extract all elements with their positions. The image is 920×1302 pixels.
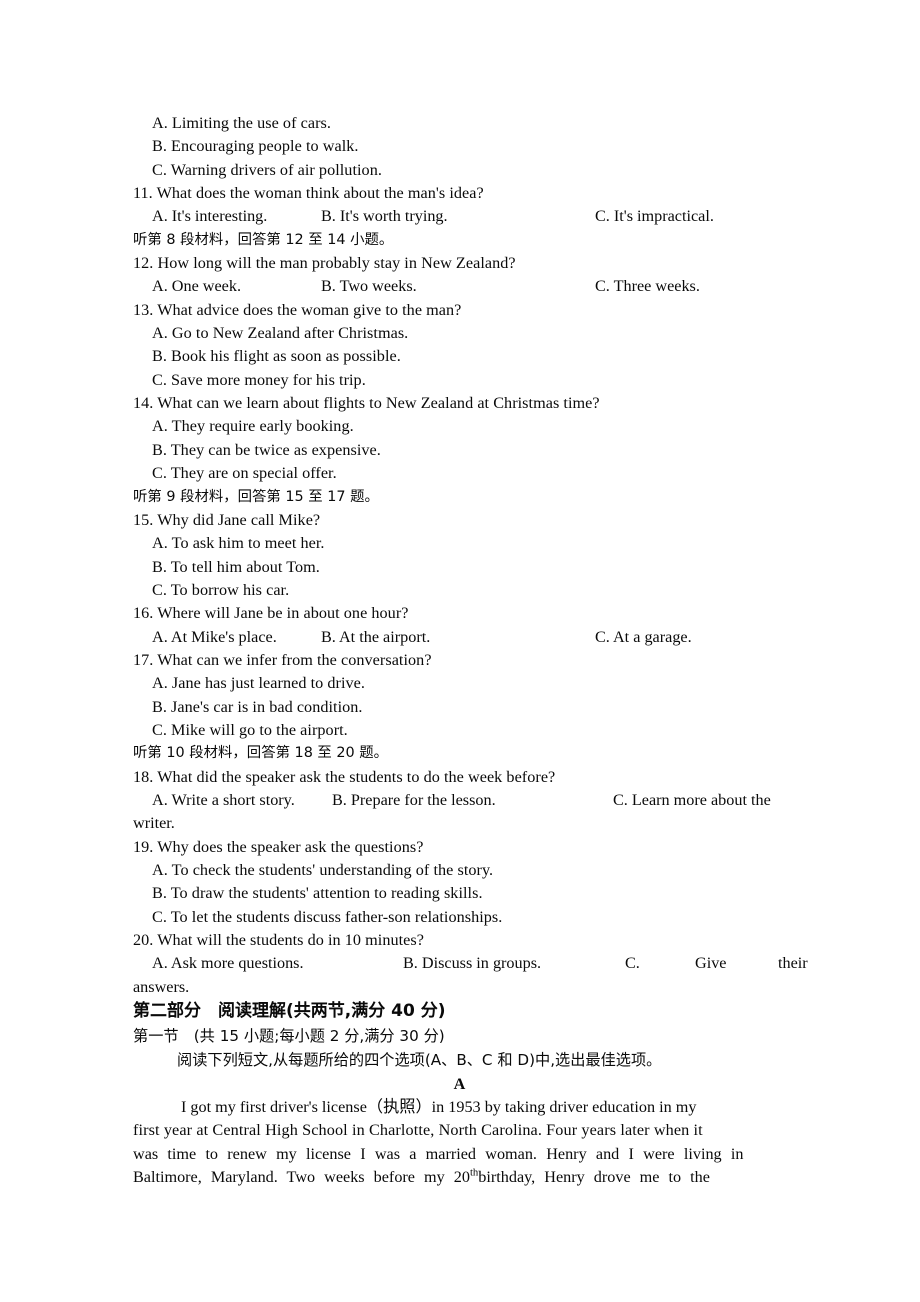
option-b: B. At the airport. [321, 627, 431, 646]
option-a: A. Ask more questions. [152, 954, 304, 973]
question-stem: 12. How long will the man probably stay … [133, 254, 516, 273]
option-row: A. Ask more questions. B. Discuss in gro… [133, 952, 808, 975]
option-line: C. They are on special offer. [152, 464, 337, 483]
option-a: A. One week. [152, 277, 241, 296]
passage-line-text: birthday, Henry drove me to the [478, 1168, 710, 1187]
option-line: B. They can be twice as expensive. [152, 440, 381, 459]
option-c: C. It's impractical. [595, 207, 714, 226]
section-heading: 第二部分 阅读理解(共两节,满分 40 分) [133, 1001, 446, 1022]
option-wrap: writer. [133, 814, 175, 833]
option-line: A. To ask him to meet her. [152, 534, 325, 553]
option-line: A. Limiting the use of cars. [152, 114, 331, 132]
option-b: B. Discuss in groups. [403, 954, 542, 973]
option-line: B. Encouraging people to walk. [152, 137, 359, 156]
listening-directive: 听第 9 段材料，回答第 15 至 17 题。 [133, 488, 379, 505]
question-stem: 17. What can we infer from the conversat… [133, 650, 432, 669]
question-stem: 14. What can we learn about flights to N… [133, 394, 600, 413]
passage-line-text: was time to renew my license I was a mar… [133, 1144, 744, 1163]
option-line: C. Save more money for his trip. [152, 370, 366, 389]
option-line: C. Warning drivers of air pollution. [152, 160, 382, 179]
option-b: B. Prepare for the lesson. [332, 790, 496, 809]
option-c-word2: their [778, 954, 808, 973]
option-line: C. To let the students discuss father-so… [152, 907, 503, 926]
option-line: A. Go to New Zealand after Christmas. [152, 324, 409, 343]
subsection-heading: 第一节 (共 15 小题;每小题 2 分,满分 30 分) [133, 1027, 445, 1046]
passage-line-text: first year at Central High School in Cha… [133, 1121, 703, 1140]
ordinal-suffix: th [469, 1166, 479, 1179]
option-a: A. It's interesting. [152, 207, 268, 226]
option-c-label: C. [625, 954, 640, 973]
question-stem: 20. What will the students do in 10 minu… [133, 931, 424, 950]
option-c: C. Three weeks. [595, 277, 700, 296]
subsection-instruction: 阅读下列短文,从每题所给的四个选项(A、B、C 和 D)中,选出最佳选项。 [177, 1051, 662, 1070]
option-line: C. Mike will go to the airport. [152, 720, 348, 739]
option-row: A. Write a short story. B. Prepare for t… [133, 789, 786, 812]
option-line: A. They require early booking. [152, 417, 354, 436]
passage-line: I got my first driver's license（执照）in 19… [181, 1098, 697, 1117]
listening-directive: 听第 8 段材料，回答第 12 至 14 小题。 [133, 231, 394, 248]
question-stem: 11. What does the woman think about the … [133, 184, 484, 203]
option-line: B. To draw the students' attention to re… [152, 884, 483, 903]
option-line: B. To tell him about Tom. [152, 557, 320, 576]
option-row: A. At Mike's place. B. At the airport. C… [133, 626, 786, 649]
option-wrap: answers. [133, 977, 190, 996]
passage-line: first year at Central High School in Cha… [133, 1119, 786, 1142]
option-line: B. Jane's car is in bad condition. [152, 697, 363, 716]
passage-line: Baltimore, Maryland. Two weeks before my… [133, 1166, 786, 1189]
passage-line: was time to renew my license I was a mar… [133, 1143, 786, 1166]
option-b: B. Two weeks. [321, 277, 417, 296]
option-a: A. At Mike's place. [152, 627, 277, 646]
exam-page: A. Limiting the use of cars. B. Encourag… [133, 112, 808, 1189]
option-line: A. Jane has just learned to drive. [152, 674, 365, 693]
passage-letter: A [453, 1075, 466, 1094]
option-c: C. Learn more about the [613, 790, 771, 809]
option-line: C. To borrow his car. [152, 580, 290, 599]
option-b: B. It's worth trying. [321, 207, 448, 226]
question-stem: 16. Where will Jane be in about one hour… [133, 604, 409, 623]
option-row: A. It's interesting. B. It's worth tryin… [133, 205, 786, 228]
question-stem: 13. What advice does the woman give to t… [133, 300, 462, 319]
passage-line-text: Baltimore, Maryland. Two weeks before my… [133, 1168, 470, 1187]
question-stem: 19. Why does the speaker ask the questio… [133, 837, 424, 856]
option-line: A. To check the students' understanding … [152, 861, 494, 879]
question-stem: 15. Why did Jane call Mike? [133, 510, 321, 529]
listening-directive: 听第 10 段材料，回答第 18 至 20 题。 [133, 745, 389, 762]
option-row: A. One week. B. Two weeks. C. Three week… [133, 275, 786, 298]
option-a: A. Write a short story. [152, 790, 295, 809]
option-c: C. At a garage. [595, 627, 692, 646]
option-line: B. Book his flight as soon as possible. [152, 347, 401, 366]
question-stem: 18. What did the speaker ask the student… [133, 767, 556, 786]
option-c-word1: Give [695, 954, 727, 973]
reading-passage: I got my first driver's license（执照）in 19… [133, 1096, 786, 1189]
